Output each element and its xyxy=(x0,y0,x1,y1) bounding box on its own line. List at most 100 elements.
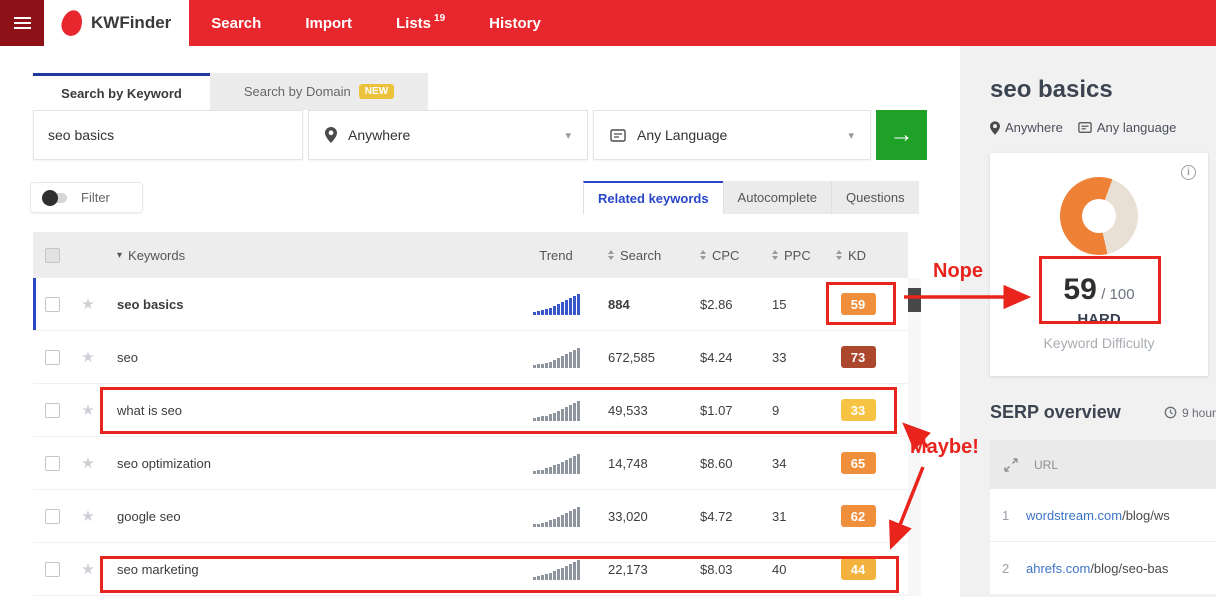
sidebar-meta: Anywhere Any language xyxy=(990,120,1176,135)
row-checkbox[interactable] xyxy=(45,509,60,524)
star-icon[interactable]: ★ xyxy=(81,348,94,366)
hamburger-menu-icon[interactable] xyxy=(0,0,44,46)
cpc-cell: $4.72 xyxy=(684,509,756,524)
tab-search-by-keyword[interactable]: Search by Keyword xyxy=(33,73,210,110)
result-tabs: Related keywords Autocomplete Questions xyxy=(583,181,919,214)
serp-result-row[interactable]: 2 ahrefs.com/blog/seo-bas xyxy=(990,542,1216,595)
serp-url-path: /blog/seo-bas xyxy=(1090,561,1168,576)
difficulty-label: Keyword Difficulty xyxy=(990,335,1208,351)
sidebar-language: Any language xyxy=(1078,120,1177,135)
row-checkbox[interactable] xyxy=(45,456,60,471)
difficulty-level: HARD xyxy=(990,311,1208,328)
new-badge: NEW xyxy=(359,84,394,99)
star-icon[interactable]: ★ xyxy=(81,401,94,419)
search-bar: Anywhere ▾ Any Language ▾ → xyxy=(33,110,927,160)
tab-questions[interactable]: Questions xyxy=(831,181,919,214)
header-search[interactable]: Search xyxy=(592,248,684,263)
header-cpc[interactable]: CPC xyxy=(684,248,756,263)
ppc-cell: 34 xyxy=(756,456,820,471)
table-scrollbar-thumb[interactable] xyxy=(908,288,921,312)
table-row[interactable]: ★ seo basics 884 $2.86 15 59 xyxy=(33,278,908,331)
serp-table-header: URL xyxy=(990,440,1216,489)
kd-cell: 65 xyxy=(841,452,876,474)
ppc-cell: 33 xyxy=(756,350,820,365)
kd-cell: 33 xyxy=(841,399,876,421)
row-checkbox[interactable] xyxy=(45,403,60,418)
brand-home-link[interactable]: KWFinder xyxy=(44,0,189,46)
keyword-cell: seo optimization xyxy=(105,456,520,471)
nav-item-import[interactable]: Import xyxy=(283,0,374,46)
trend-chart xyxy=(520,344,592,370)
location-select[interactable]: Anywhere ▾ xyxy=(308,110,588,160)
difficulty-score: 59 / 100 xyxy=(990,273,1208,307)
ppc-cell: 9 xyxy=(756,403,820,418)
expand-icon[interactable] xyxy=(1004,458,1018,472)
table-scrollbar-track[interactable] xyxy=(908,278,921,596)
star-icon[interactable]: ★ xyxy=(81,454,94,472)
star-icon[interactable]: ★ xyxy=(81,507,94,525)
keyword-cell: seo basics xyxy=(105,297,520,312)
kd-badge: 65 xyxy=(841,452,876,474)
search-volume-cell: 33,020 xyxy=(592,509,684,524)
tab-search-by-domain[interactable]: Search by Domain NEW xyxy=(210,73,428,110)
search-submit-button[interactable]: → xyxy=(876,110,927,160)
ppc-cell: 15 xyxy=(756,297,820,312)
chevron-down-icon: ▾ xyxy=(848,129,854,142)
serp-table-body: 1 wordstream.com/blog/ws 2 ahrefs.com/bl… xyxy=(990,489,1216,595)
location-pin-icon xyxy=(325,127,337,143)
serp-rank: 2 xyxy=(1002,561,1012,576)
keyword-input[interactable] xyxy=(48,127,288,143)
nav-item-lists[interactable]: Lists19 xyxy=(374,0,467,46)
top-navigation-bar: KWFinder Search Import Lists19 History xyxy=(0,0,1216,46)
keyword-cell: seo marketing xyxy=(105,562,520,577)
serp-domain-link[interactable]: wordstream.com xyxy=(1026,508,1122,523)
serp-domain-link[interactable]: ahrefs.com xyxy=(1026,561,1090,576)
star-icon[interactable]: ★ xyxy=(81,295,94,313)
star-icon[interactable]: ★ xyxy=(81,560,94,578)
ppc-cell: 40 xyxy=(756,562,820,577)
row-checkbox[interactable] xyxy=(45,562,60,577)
trend-chart xyxy=(520,291,592,317)
language-select[interactable]: Any Language ▾ xyxy=(593,110,871,160)
serp-url-header: URL xyxy=(1034,458,1058,472)
nav-item-history[interactable]: History xyxy=(467,0,563,46)
search-volume-cell: 14,748 xyxy=(592,456,684,471)
table-row[interactable]: ★ what is seo 49,533 $1.07 9 33 xyxy=(33,384,908,437)
select-all-checkbox[interactable] xyxy=(45,248,60,263)
kd-cell: 73 xyxy=(841,346,876,368)
results-sidebar: seo basics Anywhere Any language i 59 / … xyxy=(960,46,1216,597)
tab-related-keywords[interactable]: Related keywords xyxy=(583,181,723,214)
nav-item-search[interactable]: Search xyxy=(189,0,283,46)
table-row[interactable]: ★ seo optimization 14,748 $8.60 34 65 xyxy=(33,437,908,490)
sort-icon xyxy=(772,250,778,260)
row-checkbox[interactable] xyxy=(45,297,60,312)
header-keywords[interactable]: ▾ Keywords xyxy=(105,248,520,263)
serp-result-row[interactable]: 1 wordstream.com/blog/ws xyxy=(990,489,1216,542)
trend-chart xyxy=(520,397,592,423)
tab-autocomplete[interactable]: Autocomplete xyxy=(723,181,832,214)
header-ppc[interactable]: PPC xyxy=(756,248,820,263)
info-icon[interactable]: i xyxy=(1181,165,1196,180)
serp-table: URL 1 wordstream.com/blog/ws 2 ahrefs.co… xyxy=(990,440,1216,595)
serp-url-path: /blog/ws xyxy=(1122,508,1170,523)
language-icon xyxy=(610,128,626,143)
table-row[interactable]: ★ google seo 33,020 $4.72 31 62 xyxy=(33,490,908,543)
table-row[interactable]: ★ seo marketing 22,173 $8.03 40 44 xyxy=(33,543,908,596)
kd-badge: 44 xyxy=(841,558,876,580)
arrow-right-icon: → xyxy=(890,121,914,149)
keyword-difficulty-card: i 59 / 100 HARD Keyword Difficulty xyxy=(990,153,1208,376)
header-kd[interactable]: KD xyxy=(820,248,896,263)
kd-cell: 44 xyxy=(841,558,876,580)
filter-switch[interactable] xyxy=(45,193,67,203)
lists-count-badge: 19 xyxy=(434,13,445,24)
table-row[interactable]: ★ seo 672,585 $4.24 33 73 xyxy=(33,331,908,384)
row-checkbox[interactable] xyxy=(45,350,60,365)
search-volume-cell: 49,533 xyxy=(592,403,684,418)
filter-toggle[interactable]: Filter xyxy=(30,182,143,213)
kd-cell: 59 xyxy=(841,293,876,315)
cpc-cell: $2.86 xyxy=(684,297,756,312)
trend-chart xyxy=(520,503,592,529)
serp-url: wordstream.com/blog/ws xyxy=(1026,508,1170,523)
search-volume-cell: 672,585 xyxy=(592,350,684,365)
serp-rank: 1 xyxy=(1002,508,1012,523)
